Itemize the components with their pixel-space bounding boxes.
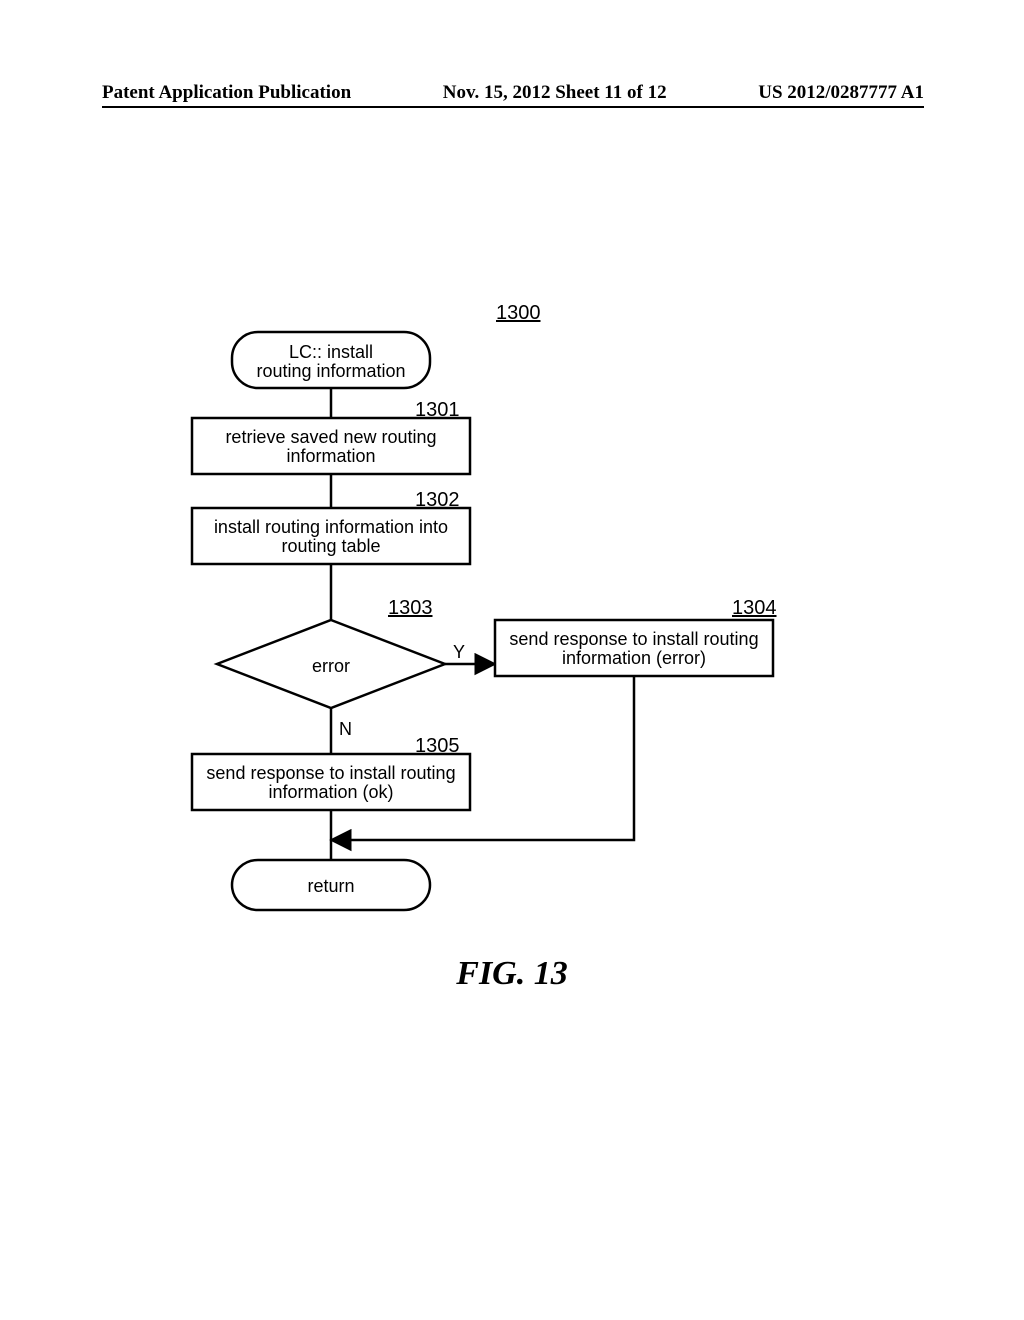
svg-text:send response to install routi: send response to install routing	[206, 763, 455, 783]
label-N: N	[339, 719, 352, 739]
node-1305: send response to install routing informa…	[192, 754, 470, 810]
svg-text:LC:: install: LC:: install	[289, 342, 373, 362]
svg-text:information: information	[286, 446, 375, 466]
svg-text:retrieve saved new routing: retrieve saved new routing	[225, 427, 436, 447]
node-1301: retrieve saved new routing information	[192, 418, 470, 474]
svg-text:routing table: routing table	[281, 536, 380, 556]
figure-number: 1300	[496, 302, 541, 324]
svg-text:send response to install routi: send response to install routing	[509, 629, 758, 649]
node-1303: error	[217, 620, 445, 708]
svg-text:error: error	[312, 656, 350, 676]
figure-caption: FIG. 13	[0, 955, 1024, 993]
svg-text:routing information: routing information	[256, 361, 405, 381]
node-1302: install routing information into routing…	[192, 508, 470, 564]
node-1304: send response to install routing informa…	[495, 620, 773, 676]
node-return: return	[232, 860, 430, 910]
label-Y: Y	[453, 642, 465, 662]
ref-1304: 1304	[732, 597, 777, 619]
svg-text:information (error): information (error)	[562, 648, 706, 668]
ref-1303: 1303	[388, 597, 433, 619]
svg-text:information (ok): information (ok)	[268, 782, 393, 802]
node-start: LC:: install routing information	[232, 332, 430, 388]
svg-text:install routing information in: install routing information into	[214, 517, 448, 537]
svg-text:return: return	[307, 876, 354, 896]
flowchart-svg: 1300 LC:: install routing information 13…	[0, 0, 1024, 1320]
